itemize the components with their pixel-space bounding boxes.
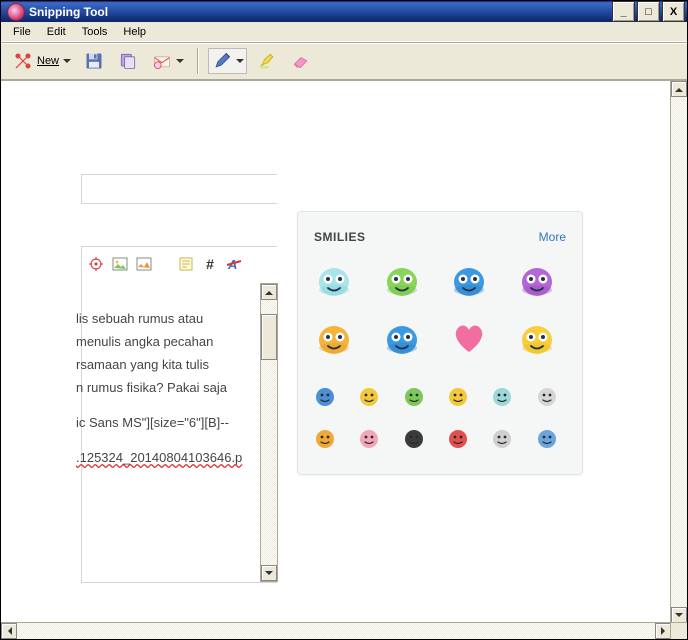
strike-a-icon[interactable]: A [226, 256, 242, 272]
send-button[interactable] [148, 49, 187, 73]
editor-scrollbar[interactable] [260, 283, 278, 582]
scroll-down-button[interactable] [261, 565, 277, 581]
menu-help[interactable]: Help [115, 24, 154, 40]
scroll-down-button[interactable] [671, 607, 687, 623]
smiley-hmm-orange[interactable] [314, 428, 336, 450]
captured-region: # A lis sebuah rumus atau menulis angka … [1, 81, 671, 623]
eraser-icon [291, 51, 311, 71]
menu-tools[interactable]: Tools [74, 24, 116, 40]
envelope-icon [152, 51, 172, 71]
new-button[interactable]: New [9, 49, 74, 73]
scroll-left-button[interactable] [1, 623, 17, 639]
send-dropdown-icon[interactable] [176, 51, 183, 71]
menu-file[interactable]: File [5, 24, 39, 40]
smiley-angry-red[interactable] [447, 428, 469, 450]
smilies-panel: SMILIES More [297, 211, 583, 475]
toolbar: New [1, 42, 687, 80]
target-icon[interactable] [88, 256, 104, 272]
smiley-princess-purple[interactable] [517, 260, 557, 298]
smiley-ghost-cyan[interactable] [314, 260, 354, 298]
scroll-up-button[interactable] [671, 81, 687, 97]
window-title: Snipping Tool [29, 5, 610, 19]
text-line: menulis angka pecahan [76, 330, 259, 353]
titlebar[interactable]: Snipping Tool _ □ X [1, 1, 687, 22]
menubar: File Edit Tools Help [1, 22, 687, 42]
save-button[interactable] [80, 49, 108, 73]
smiley-dizzy-grey[interactable] [491, 428, 513, 450]
horizontal-scrollbar[interactable] [1, 622, 671, 639]
copy-icon [118, 51, 138, 71]
smiley-alien-green[interactable] [382, 260, 422, 298]
scroll-track[interactable] [261, 300, 277, 565]
smiley-eyes-blue[interactable] [382, 318, 422, 356]
menu-edit[interactable]: Edit [39, 24, 74, 40]
copy-button[interactable] [114, 49, 142, 73]
text-line: n rumus fisika? Pakai saja [76, 376, 259, 399]
app-window: Snipping Tool _ □ X File Edit Tools Help… [0, 0, 688, 640]
smiley-pig-pink[interactable] [358, 428, 380, 450]
pen-dropdown-icon[interactable] [236, 51, 243, 71]
new-button-label: New [37, 55, 59, 67]
editor-toolbar: # A [88, 256, 242, 272]
smiley-wave-teal[interactable] [491, 386, 513, 408]
smiley-blush-yellow[interactable] [447, 386, 469, 408]
canvas-area: # A lis sebuah rumus atau menulis angka … [1, 80, 687, 639]
minimize-button[interactable]: _ [612, 1, 635, 22]
eraser-button[interactable] [287, 49, 315, 73]
maximize-button[interactable]: □ [637, 1, 660, 22]
pen-icon [212, 51, 232, 71]
scroll-track[interactable] [17, 623, 655, 639]
picture-icon[interactable] [112, 256, 128, 272]
scroll-corner [670, 622, 687, 639]
smiley-grin-orange[interactable] [314, 318, 354, 356]
separator [197, 48, 198, 74]
text-line: ic Sans MS"][size="6"][B]-- [76, 411, 259, 434]
picture2-icon[interactable] [136, 256, 152, 272]
smiley-sign-blue[interactable] [536, 428, 558, 450]
editor-text[interactable]: lis sebuah rumus atau menulis angka peca… [76, 307, 259, 479]
smilies-grid-small [314, 386, 566, 450]
input-box[interactable] [81, 174, 277, 204]
scissors-icon [13, 51, 33, 71]
scroll-thumb[interactable] [261, 314, 277, 360]
text-line: .125324_20140804103646.p [76, 446, 259, 469]
new-dropdown-icon[interactable] [63, 51, 70, 71]
text-line: lis sebuah rumus atau [76, 307, 259, 330]
app-icon [7, 3, 25, 21]
scroll-up-button[interactable] [261, 284, 277, 300]
smiley-blob-blue[interactable] [449, 260, 489, 298]
smiley-heart-pink[interactable] [449, 318, 489, 356]
smilies-header: SMILIES More [314, 230, 566, 244]
vertical-scrollbar[interactable] [670, 81, 687, 623]
scroll-right-button[interactable] [655, 623, 671, 639]
close-button[interactable]: X [662, 1, 685, 22]
smiley-dark-ball[interactable] [403, 428, 425, 450]
hash-icon[interactable]: # [202, 256, 218, 272]
text-line: rsamaan yang kita tulis [76, 353, 259, 376]
smiley-flag-grey[interactable] [536, 386, 558, 408]
floppy-icon [84, 51, 104, 71]
window-buttons: _ □ X [610, 1, 685, 22]
smilies-title: SMILIES [314, 230, 366, 244]
highlighter-button[interactable] [253, 49, 281, 73]
highlighter-icon [257, 51, 277, 71]
scroll-track[interactable] [671, 97, 687, 607]
smilies-grid-large [314, 260, 566, 356]
spacer [160, 256, 170, 272]
editor-panel: # A lis sebuah rumus atau menulis angka … [81, 246, 277, 583]
smiley-wink-yellow[interactable] [358, 386, 380, 408]
note-icon[interactable] [178, 256, 194, 272]
smiley-robot-blue[interactable] [314, 386, 336, 408]
smiley-smile-yellow[interactable] [517, 318, 557, 356]
pen-button[interactable] [208, 48, 247, 74]
smiley-leaf-green[interactable] [403, 386, 425, 408]
smilies-more-link[interactable]: More [539, 230, 566, 244]
